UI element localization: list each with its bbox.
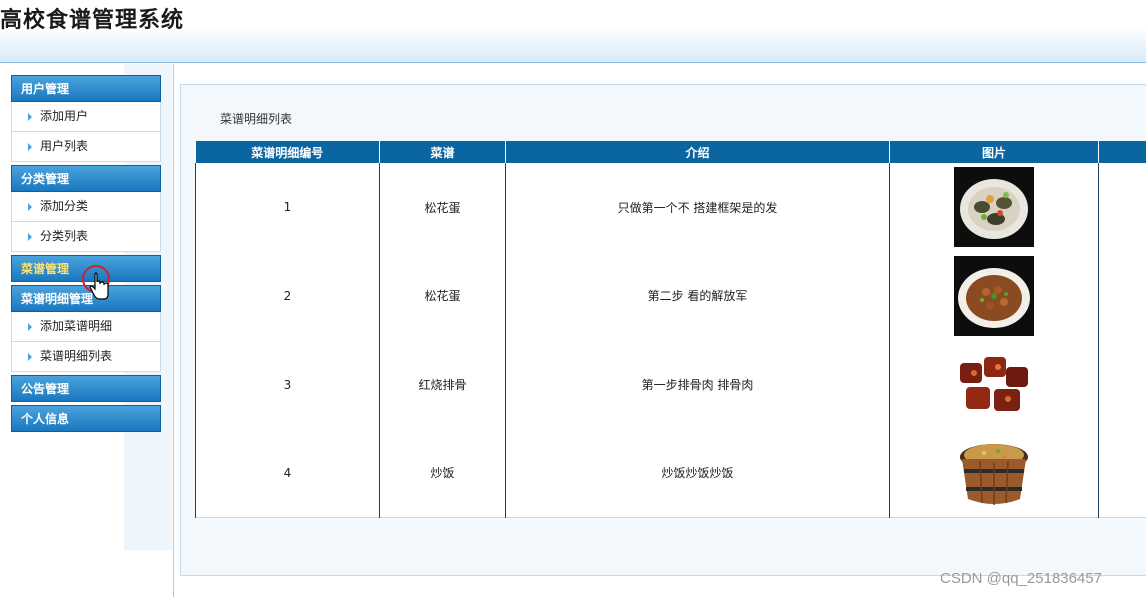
dish-braised-ribs-image[interactable] <box>954 344 1034 425</box>
column-header-intro: 介绍 <box>505 141 890 163</box>
column-header-id: 菜谱明细编号 <box>195 141 380 163</box>
cell-extra <box>1098 340 1146 429</box>
arrow-right-icon <box>28 233 32 241</box>
menu-group-notice[interactable]: 公告管理 <box>11 375 161 402</box>
menu-group-recipe-detail[interactable]: 菜谱明细管理 <box>11 285 161 312</box>
cell-image <box>889 163 1099 252</box>
cell-id: 2 <box>195 251 380 341</box>
cell-extra <box>1098 163 1146 252</box>
menu-item-recipe-detail-list[interactable]: 菜谱明细列表 <box>11 342 161 372</box>
menu-item-user-list[interactable]: 用户列表 <box>11 132 161 162</box>
cell-image <box>889 251 1099 341</box>
arrow-right-icon <box>28 323 32 331</box>
table-row: 3 红烧排骨 第一步排骨肉 排骨肉 <box>195 340 1146 429</box>
cell-intro: 只做第一个不 搭建框架是的发 <box>505 163 890 252</box>
cell-extra <box>1098 428 1146 518</box>
watermark: CSDN @qq_251836457 <box>940 570 1103 587</box>
table-row: 1 松花蛋 只做第一个不 搭建框架是的发 <box>195 163 1146 252</box>
menu-item-label: 添加菜谱明细 <box>40 319 113 333</box>
cell-extra <box>1098 251 1146 341</box>
menu-item-category-list[interactable]: 分类列表 <box>11 222 161 252</box>
cell-intro: 炒饭炒饭炒饭 <box>505 428 890 518</box>
dish-beans-bowl-image[interactable] <box>954 255 1034 336</box>
column-header-extra <box>1098 141 1146 163</box>
menu-item-label: 菜谱明细列表 <box>40 349 113 363</box>
dish-fried-rice-bucket-image[interactable] <box>954 432 1034 513</box>
menu-item-add-recipe-detail[interactable]: 添加菜谱明细 <box>11 312 161 342</box>
cell-recipe: 炒饭 <box>379 428 506 518</box>
cell-image <box>889 428 1099 518</box>
menu-item-add-category[interactable]: 添加分类 <box>11 192 161 222</box>
cell-recipe: 松花蛋 <box>379 163 506 252</box>
menu-group-recipe[interactable]: 菜谱管理 <box>11 255 161 282</box>
header-bar: 高校食谱管理系统 <box>0 0 1146 63</box>
column-header-image: 图片 <box>889 141 1099 163</box>
menu-item-add-user[interactable]: 添加用户 <box>11 102 161 132</box>
table-row: 4 炒饭 炒饭炒饭炒饭 <box>195 428 1146 518</box>
cell-image <box>889 340 1099 429</box>
arrow-right-icon <box>28 353 32 361</box>
arrow-right-icon <box>28 113 32 121</box>
recipe-detail-table: 菜谱明细编号 菜谱 介绍 图片 1 松花蛋 只做第一个不 搭建框架是的发 2 松… <box>195 141 1146 518</box>
list-title: 菜谱明细列表 <box>220 112 293 126</box>
menu-group-category[interactable]: 分类管理 <box>11 165 161 192</box>
app-title: 高校食谱管理系统 <box>0 8 185 33</box>
cell-intro: 第二步 看的解放军 <box>505 251 890 341</box>
cell-id: 1 <box>195 163 380 252</box>
menu-item-label: 用户列表 <box>40 139 89 153</box>
cell-recipe: 松花蛋 <box>379 251 506 341</box>
menu-group-profile[interactable]: 个人信息 <box>11 405 161 432</box>
menu-item-label: 添加用户 <box>40 109 89 123</box>
cell-id: 3 <box>195 340 380 429</box>
menu-item-label: 分类列表 <box>40 229 89 243</box>
table-row: 2 松花蛋 第二步 看的解放军 <box>195 251 1146 341</box>
menu-item-label: 添加分类 <box>40 199 89 213</box>
menu-group-user[interactable]: 用户管理 <box>11 75 161 102</box>
column-header-recipe: 菜谱 <box>379 141 506 163</box>
cell-intro: 第一步排骨肉 排骨肉 <box>505 340 890 429</box>
cell-recipe: 红烧排骨 <box>379 340 506 429</box>
cell-id: 4 <box>195 428 380 518</box>
arrow-right-icon <box>28 203 32 211</box>
table-header-row: 菜谱明细编号 菜谱 介绍 图片 <box>195 141 1146 163</box>
arrow-right-icon <box>28 143 32 151</box>
dish-preserved-egg-image[interactable] <box>954 167 1034 248</box>
